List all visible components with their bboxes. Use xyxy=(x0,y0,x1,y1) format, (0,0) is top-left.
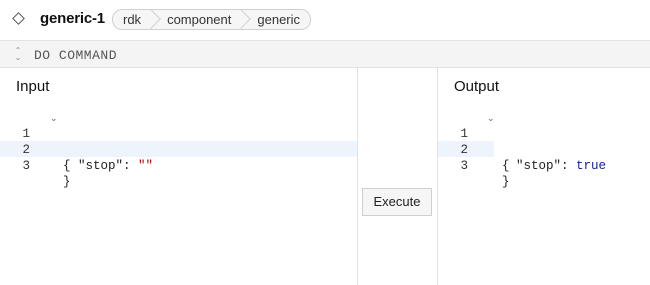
input-title: Input xyxy=(16,78,50,95)
output-line-1: 1 ⌄ { xyxy=(438,110,509,173)
do-command-label: DO COMMAND xyxy=(34,48,118,63)
execute-button[interactable]: Execute xyxy=(362,188,432,216)
input-line-1: 1 ⌄ { xyxy=(0,110,70,173)
fold-chevron-icon[interactable]: ⌄ xyxy=(487,111,495,127)
breadcrumb-item-rdk[interactable]: rdk xyxy=(112,9,161,30)
output-editor: 1 ⌄ { 2 "stop": true 3 } xyxy=(438,110,650,189)
input-line-3: 3 } xyxy=(0,142,70,189)
collapse-icon[interactable]: ⌃ ⌄ xyxy=(14,47,22,62)
do-command-bar[interactable]: ⌃ ⌄ DO COMMAND xyxy=(0,40,650,68)
code-text: } xyxy=(63,175,71,189)
header: generic-1 rdk component generic xyxy=(0,0,650,40)
code-text: { xyxy=(63,159,71,173)
code-text: "stop": true xyxy=(516,159,607,173)
breadcrumb: rdk component generic xyxy=(112,9,312,30)
active-line-highlight xyxy=(0,141,357,157)
fold-chevron-icon[interactable]: ⌄ xyxy=(50,111,58,127)
code-text: { xyxy=(502,159,510,173)
diamond-icon xyxy=(12,12,25,25)
page-title: generic-1 xyxy=(40,10,105,27)
breadcrumb-item-generic[interactable]: generic xyxy=(241,9,312,30)
divider xyxy=(357,68,358,285)
breadcrumb-item-component[interactable]: component xyxy=(151,9,252,30)
input-editor[interactable]: 1 ⌄ { 2 "stop": "" 3 } xyxy=(0,110,357,189)
input-line-2: 2 "stop": "" xyxy=(0,126,153,173)
code-text: "stop": "" xyxy=(78,159,154,173)
output-title: Output xyxy=(454,78,500,95)
code-text: } xyxy=(502,175,510,189)
line-number: 3 xyxy=(460,159,468,173)
output-line-2: 2 "stop": true xyxy=(438,126,606,173)
line-number: 3 xyxy=(22,159,30,173)
output-line-3: 3 } xyxy=(438,142,509,189)
